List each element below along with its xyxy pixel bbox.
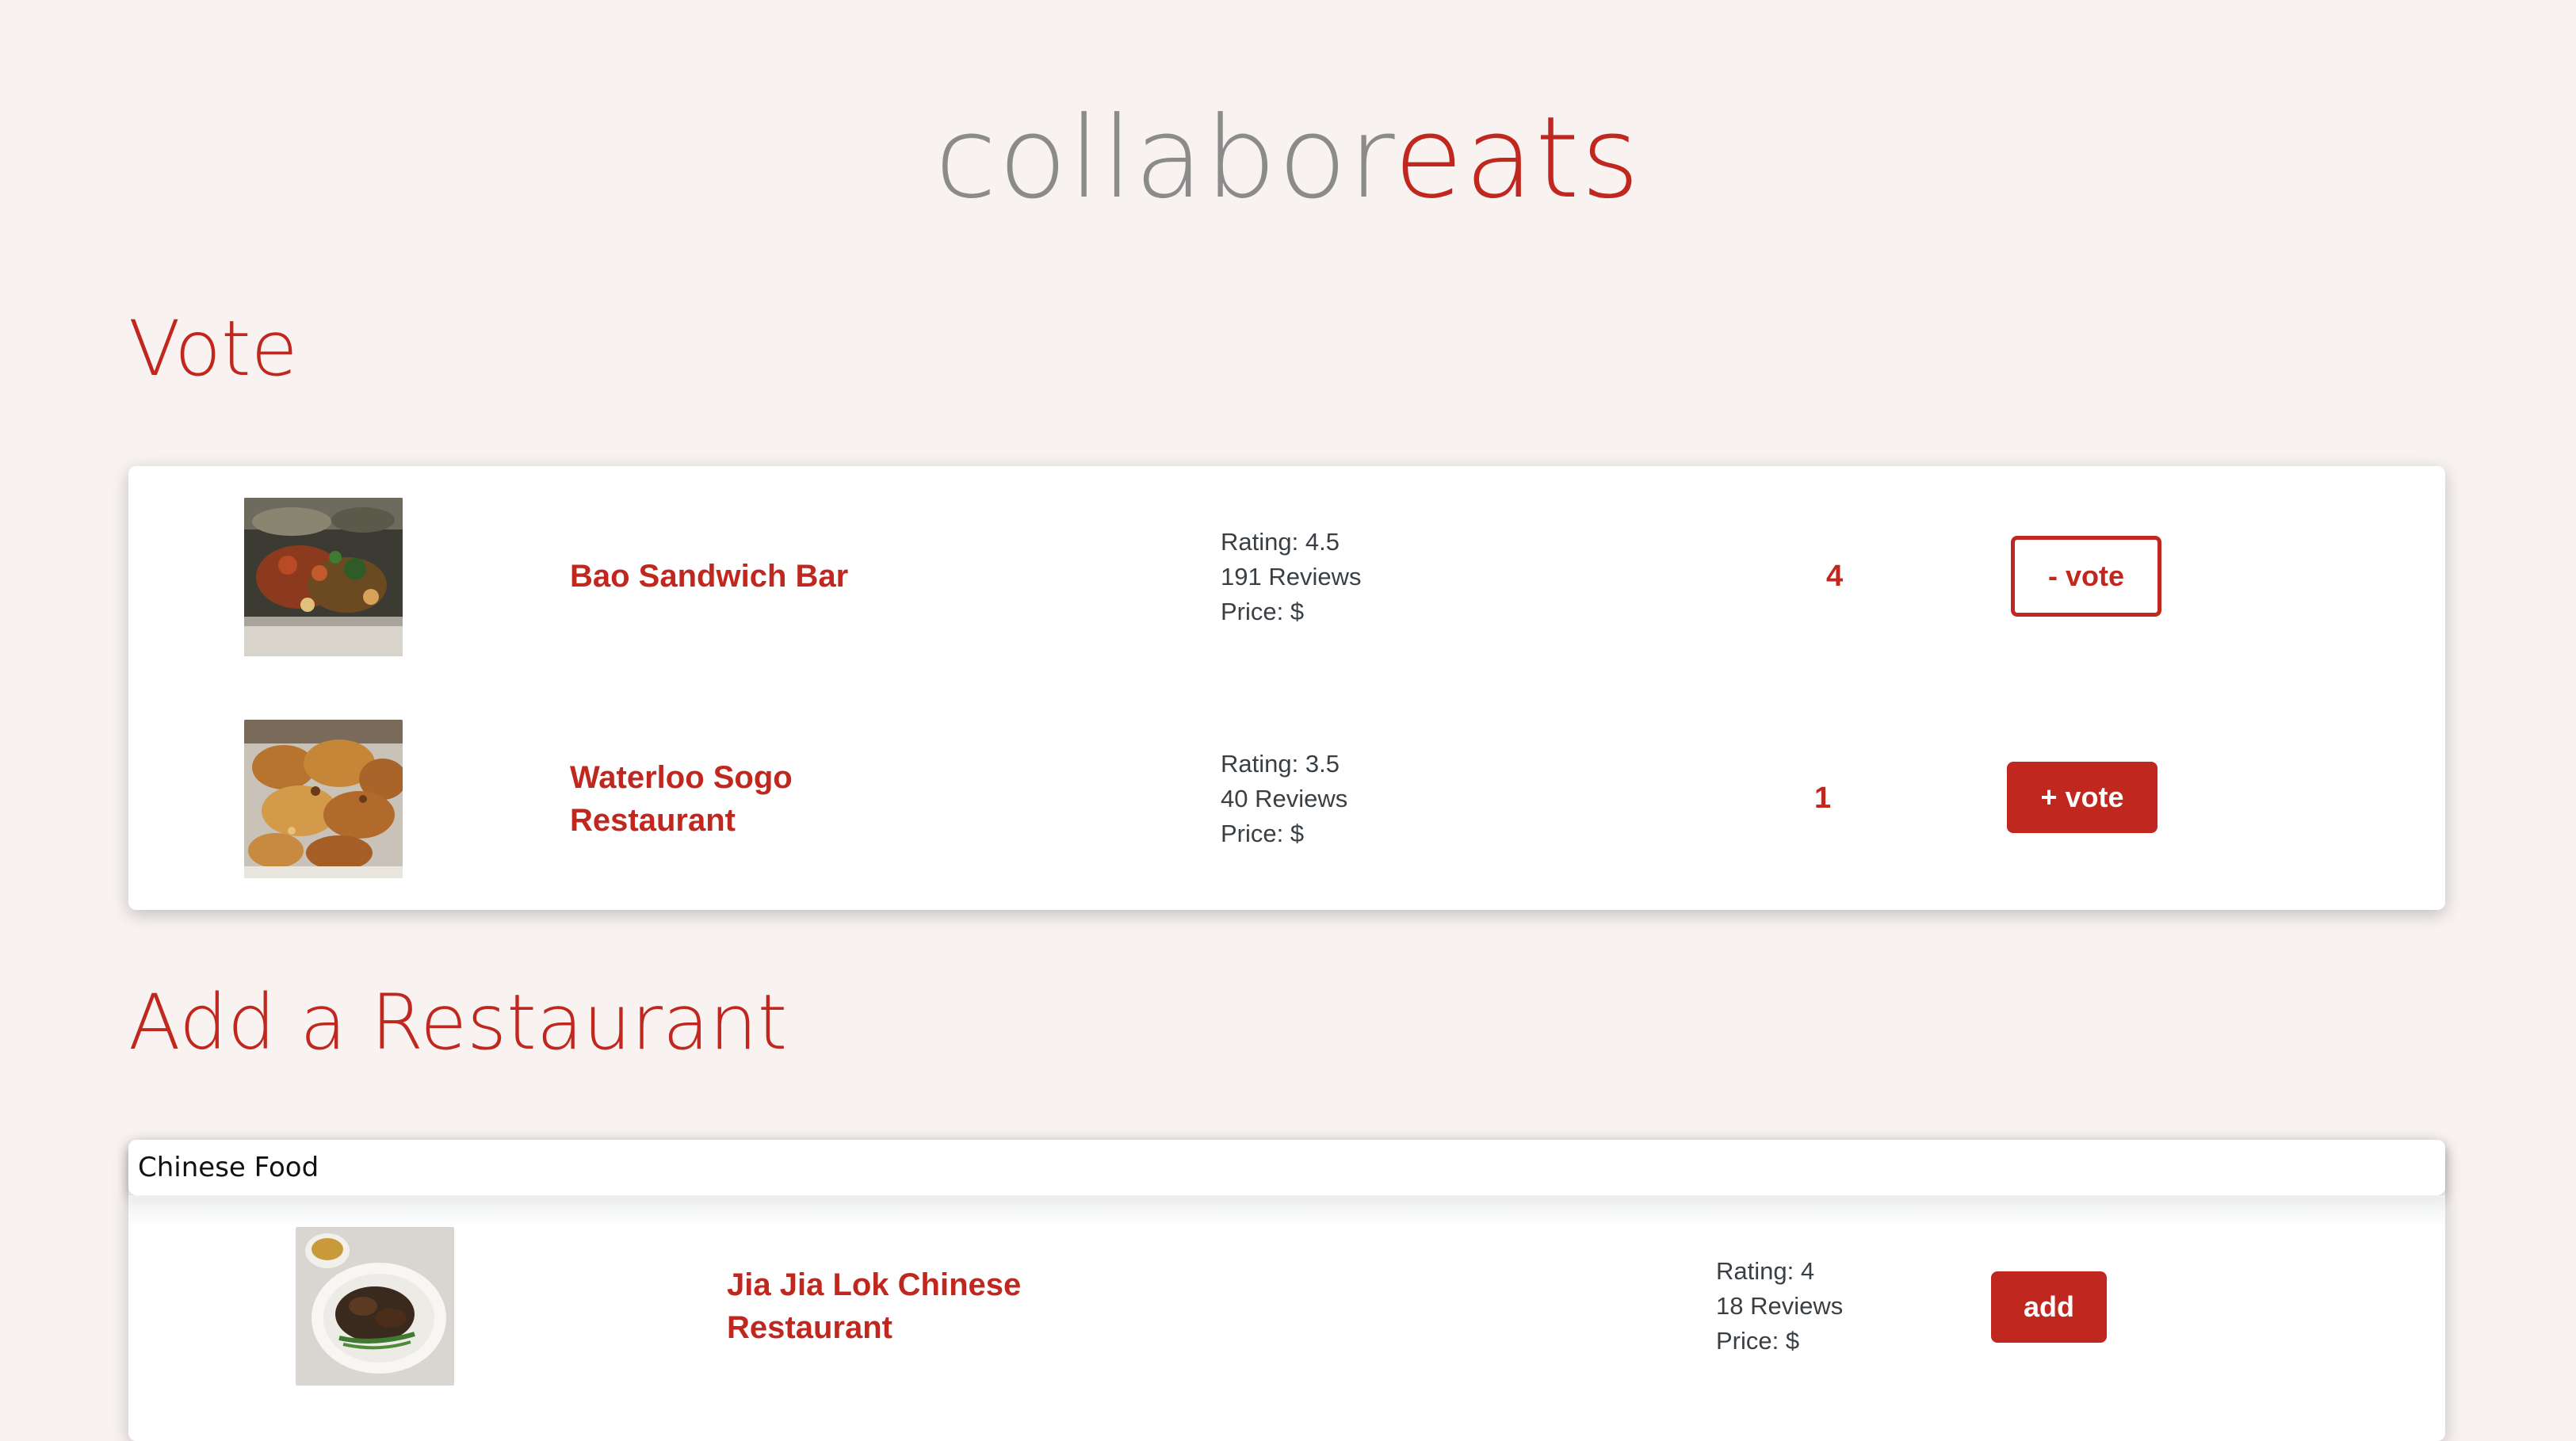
add-restaurant-button[interactable]: add [1991, 1271, 2107, 1343]
restaurant-search-input[interactable] [128, 1140, 2445, 1195]
restaurant-meta: Rating: 4 18 Reviews Price: $ [1716, 1254, 1843, 1359]
vote-row-bao-sandwich-bar: Bao Sandwich Bar Rating: 4.5 191 Reviews… [128, 498, 2445, 656]
food-photo-bao-icon [244, 498, 403, 656]
restaurant-name[interactable]: Bao Sandwich Bar [570, 555, 848, 598]
vote-count: 1 [1814, 782, 1832, 815]
upvote-button[interactable]: + vote [2007, 762, 2157, 833]
restaurant-meta: Rating: 4.5 191 Reviews Price: $ [1221, 525, 1361, 629]
restaurant-name-line1: Waterloo Sogo [570, 760, 793, 795]
restaurant-meta: Rating: 3.5 40 Reviews Price: $ [1221, 747, 1347, 851]
rating-text: Rating: 4 [1716, 1257, 1815, 1285]
results-divider-shadow [128, 1195, 2445, 1227]
vote-list-card: Bao Sandwich Bar Rating: 4.5 191 Reviews… [128, 466, 2445, 910]
add-restaurant-card: Jia Jia Lok Chinese Restaurant Rating: 4… [128, 1140, 2445, 1441]
rating-text: Rating: 3.5 [1221, 750, 1340, 778]
restaurant-name-line2: Restaurant [727, 1310, 892, 1345]
app-logo: collaboreats [0, 87, 2576, 230]
logo-collabor: collabor [934, 93, 1394, 224]
reviews-text: 40 Reviews [1221, 785, 1348, 812]
search-result-row: Jia Jia Lok Chinese Restaurant Rating: 4… [128, 1227, 2445, 1386]
restaurant-name[interactable]: Waterloo Sogo Restaurant [570, 756, 793, 842]
restaurant-name[interactable]: Jia Jia Lok Chinese Restaurant [727, 1263, 1021, 1349]
rating-text: Rating: 4.5 [1221, 528, 1340, 556]
reviews-text: 191 Reviews [1221, 563, 1362, 591]
add-section-title: Add a Restaurant [128, 978, 788, 1067]
food-photo-plate-icon [296, 1227, 454, 1386]
vote-row-waterloo-sogo: Waterloo Sogo Restaurant Rating: 3.5 40 … [128, 720, 2445, 878]
vote-count: 4 [1826, 560, 1844, 593]
food-photo-chicken-icon [244, 720, 403, 878]
price-text: Price: $ [1221, 598, 1305, 625]
vote-section-title: Vote [128, 304, 298, 393]
reviews-text: 18 Reviews [1716, 1292, 1844, 1320]
price-text: Price: $ [1221, 820, 1305, 847]
price-text: Price: $ [1716, 1327, 1800, 1355]
logo-eats: eats [1393, 93, 1642, 224]
unvote-button[interactable]: - vote [2011, 536, 2161, 617]
restaurant-name-line2: Restaurant [570, 803, 736, 838]
restaurant-name-line1: Jia Jia Lok Chinese [727, 1267, 1022, 1302]
